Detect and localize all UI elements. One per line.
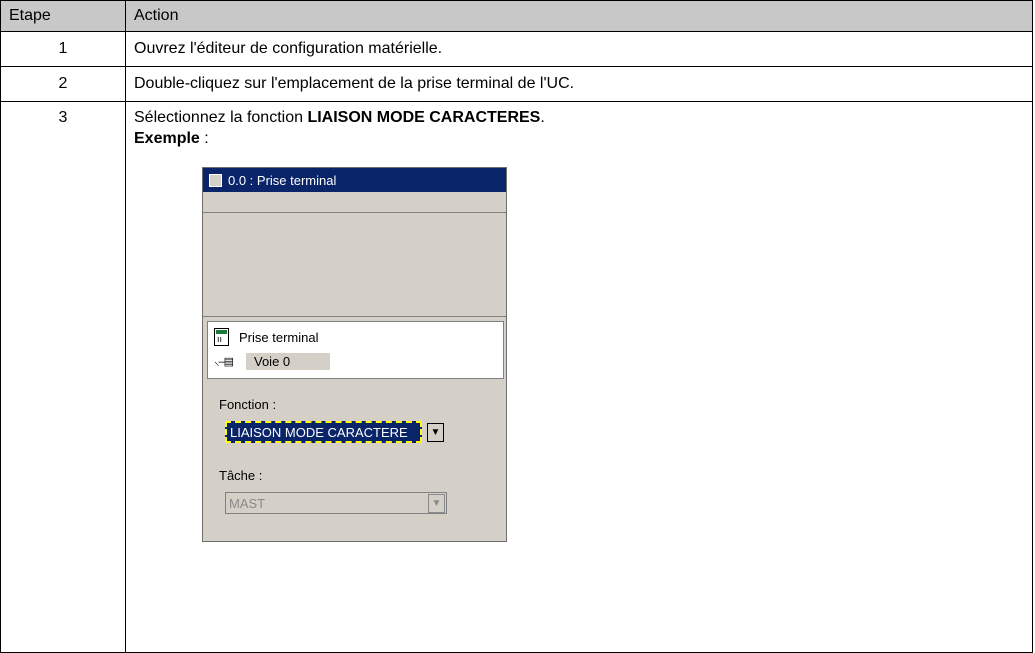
step-action: Sélectionnez la fonction LIAISON MODE CA… xyxy=(125,101,1033,653)
window-icon xyxy=(209,173,222,187)
chevron-down-icon[interactable]: ▼ xyxy=(428,494,445,513)
task-label: Tâche : xyxy=(219,468,263,483)
channel-link-icon: ⸜–▤ xyxy=(214,356,234,368)
table-row: 1 Ouvrez l'éditeur de configuration maté… xyxy=(0,31,1033,67)
step-number: 2 xyxy=(0,66,126,102)
dialog-title-bar: 0.0 : Prise terminal xyxy=(203,168,506,192)
module-name: Prise terminal xyxy=(239,329,319,345)
function-select[interactable]: LIAISON MODE CARACTERE xyxy=(225,421,422,443)
function-label: Fonction : xyxy=(219,397,277,412)
channel-panel: Prise terminal ⸜–▤ Voie 0 xyxy=(207,321,504,379)
steps-table: Etape Action 1 Ouvrez l'éditeur de confi… xyxy=(0,0,1033,653)
step-action: Double-cliquez sur l'emplacement de la p… xyxy=(125,66,1033,102)
task-select[interactable]: MAST xyxy=(225,492,447,514)
config-dialog: 0.0 : Prise terminal Prise terminal ⸜–▤ … xyxy=(202,167,507,542)
terminal-icon xyxy=(214,328,229,346)
table-row: 2 Double-cliquez sur l'emplacement de la… xyxy=(0,66,1033,102)
step-number: 3 xyxy=(0,101,126,653)
module-area xyxy=(203,192,506,317)
chevron-down-icon[interactable]: ▼ xyxy=(427,423,444,442)
step-number: 1 xyxy=(0,31,126,67)
channel-item[interactable]: Voie 0 xyxy=(246,353,330,370)
example-label: Exemple xyxy=(134,130,200,147)
step-action-text: Sélectionnez la fonction LIAISON MODE CA… xyxy=(134,109,545,126)
dialog-title: 0.0 : Prise terminal xyxy=(228,172,337,188)
header-etape: Etape xyxy=(0,0,126,32)
header-action: Action xyxy=(125,0,1033,32)
table-row: 3 Sélectionnez la fonction LIAISON MODE … xyxy=(0,101,1033,653)
function-name: LIAISON MODE CARACTERES xyxy=(307,109,541,126)
example-line: Exemple : xyxy=(134,130,209,147)
step-action: Ouvrez l'éditeur de configuration matéri… xyxy=(125,31,1033,67)
